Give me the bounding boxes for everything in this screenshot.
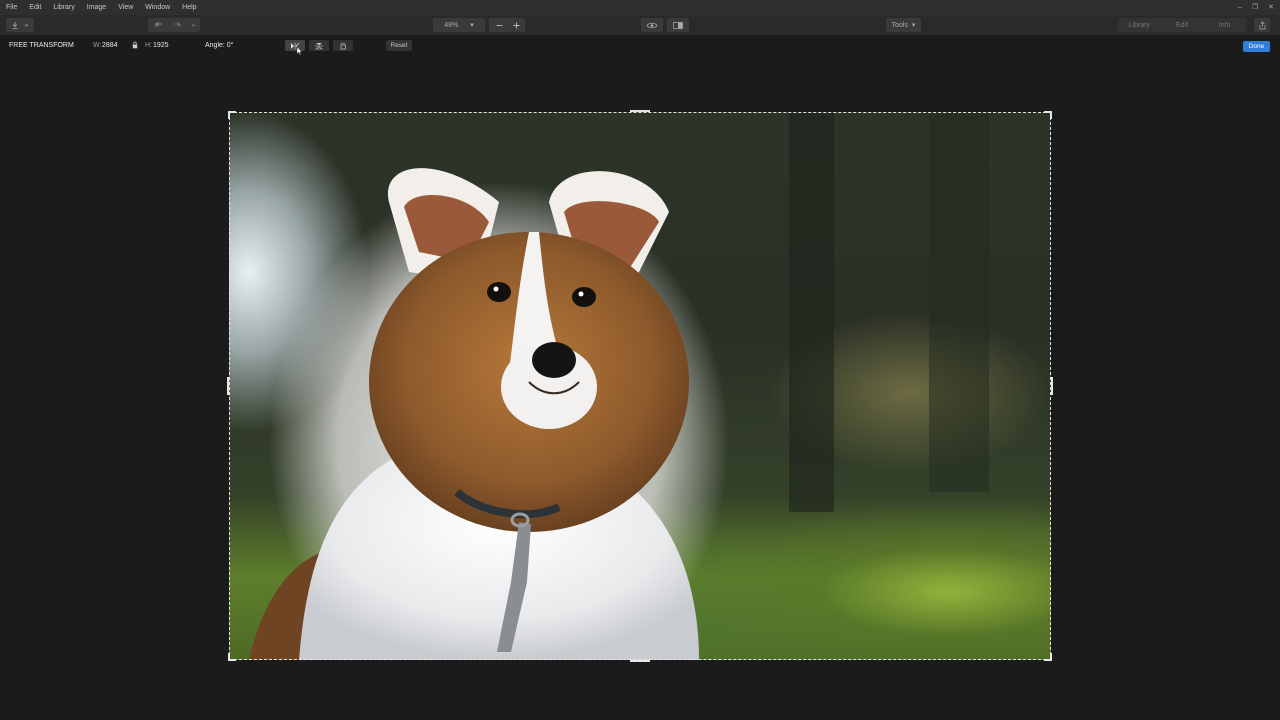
share-button[interactable] <box>1254 18 1270 32</box>
tab-info[interactable]: Info <box>1203 22 1246 29</box>
preview-button[interactable] <box>641 18 663 32</box>
minus-icon <box>496 24 502 26</box>
reset-button[interactable]: Reset <box>386 40 412 51</box>
transform-frame[interactable] <box>229 112 1051 660</box>
done-button[interactable]: Done <box>1243 41 1270 52</box>
plus-icon <box>513 22 519 28</box>
crop-handle-bottom-left-v[interactable] <box>228 653 230 661</box>
menu-image[interactable]: Image <box>81 0 112 15</box>
share-icon <box>1259 21 1265 29</box>
width-label: W: <box>93 42 102 49</box>
crop-handle-bottom-right-v[interactable] <box>1050 653 1052 661</box>
tab-edit[interactable]: Edit <box>1161 22 1204 29</box>
zoom-select[interactable]: 48% ▾ <box>433 18 485 32</box>
angle-value[interactable]: Angle: 0° <box>205 42 234 49</box>
tools-label: Tools <box>891 21 908 29</box>
crop-handle-top[interactable] <box>630 110 650 112</box>
rotate-button[interactable] <box>333 40 353 51</box>
download-icon <box>12 21 29 29</box>
crop-handle-bottom[interactable] <box>630 660 650 662</box>
mouse-cursor-icon <box>296 46 303 56</box>
menu-bar: File Edit Library Image View Window Help… <box>0 0 1280 15</box>
eye-icon <box>646 22 658 28</box>
rotate-icon <box>340 42 346 49</box>
compare-icon <box>673 21 683 29</box>
undo-icon <box>155 21 196 27</box>
height-label: H: <box>145 42 152 49</box>
tools-dropdown[interactable]: Tools ▾ <box>886 18 921 32</box>
close-button[interactable]: ✕ <box>1268 0 1274 15</box>
crop-handle-right[interactable] <box>1051 377 1053 395</box>
menu-help[interactable]: Help <box>176 0 202 15</box>
mode-tabs: Library Edit Info <box>1118 18 1246 32</box>
menu-file[interactable]: File <box>0 0 23 15</box>
maximize-button[interactable]: ❐ <box>1252 0 1258 15</box>
transform-options-bar: FREE TRANSFORM W: 2884 H: 1925 Angle: 0°… <box>0 36 1280 56</box>
menu-window[interactable]: Window <box>139 0 176 15</box>
toolbar: 48% ▾ Tools ▾ Library Edit Info <box>0 15 1280 36</box>
width-value[interactable]: 2884 <box>102 42 118 49</box>
menu-edit[interactable]: Edit <box>23 0 47 15</box>
flip-vertical-button[interactable] <box>309 40 329 51</box>
minimize-button[interactable]: – <box>1238 0 1242 15</box>
tab-library[interactable]: Library <box>1118 22 1161 29</box>
lock-icon[interactable] <box>132 41 138 51</box>
chevron-down-icon: ▾ <box>470 22 474 29</box>
menu-library[interactable]: Library <box>47 0 80 15</box>
flip-vertical-icon <box>315 42 323 49</box>
chevron-down-icon: ▾ <box>911 22 916 29</box>
undo-redo-button[interactable] <box>148 18 200 32</box>
height-value[interactable]: 1925 <box>153 42 169 49</box>
zoom-out-button[interactable] <box>489 18 509 32</box>
mode-title: FREE TRANSFORM <box>9 42 74 49</box>
compare-button[interactable] <box>667 18 689 32</box>
import-button[interactable] <box>6 18 34 32</box>
crop-handle-top-left-v[interactable] <box>228 111 230 119</box>
crop-handle-left[interactable] <box>227 377 229 395</box>
zoom-value: 48% <box>444 21 459 29</box>
crop-handle-top-right-v[interactable] <box>1050 111 1052 119</box>
zoom-in-button[interactable] <box>507 18 525 32</box>
menu-view[interactable]: View <box>112 0 139 15</box>
